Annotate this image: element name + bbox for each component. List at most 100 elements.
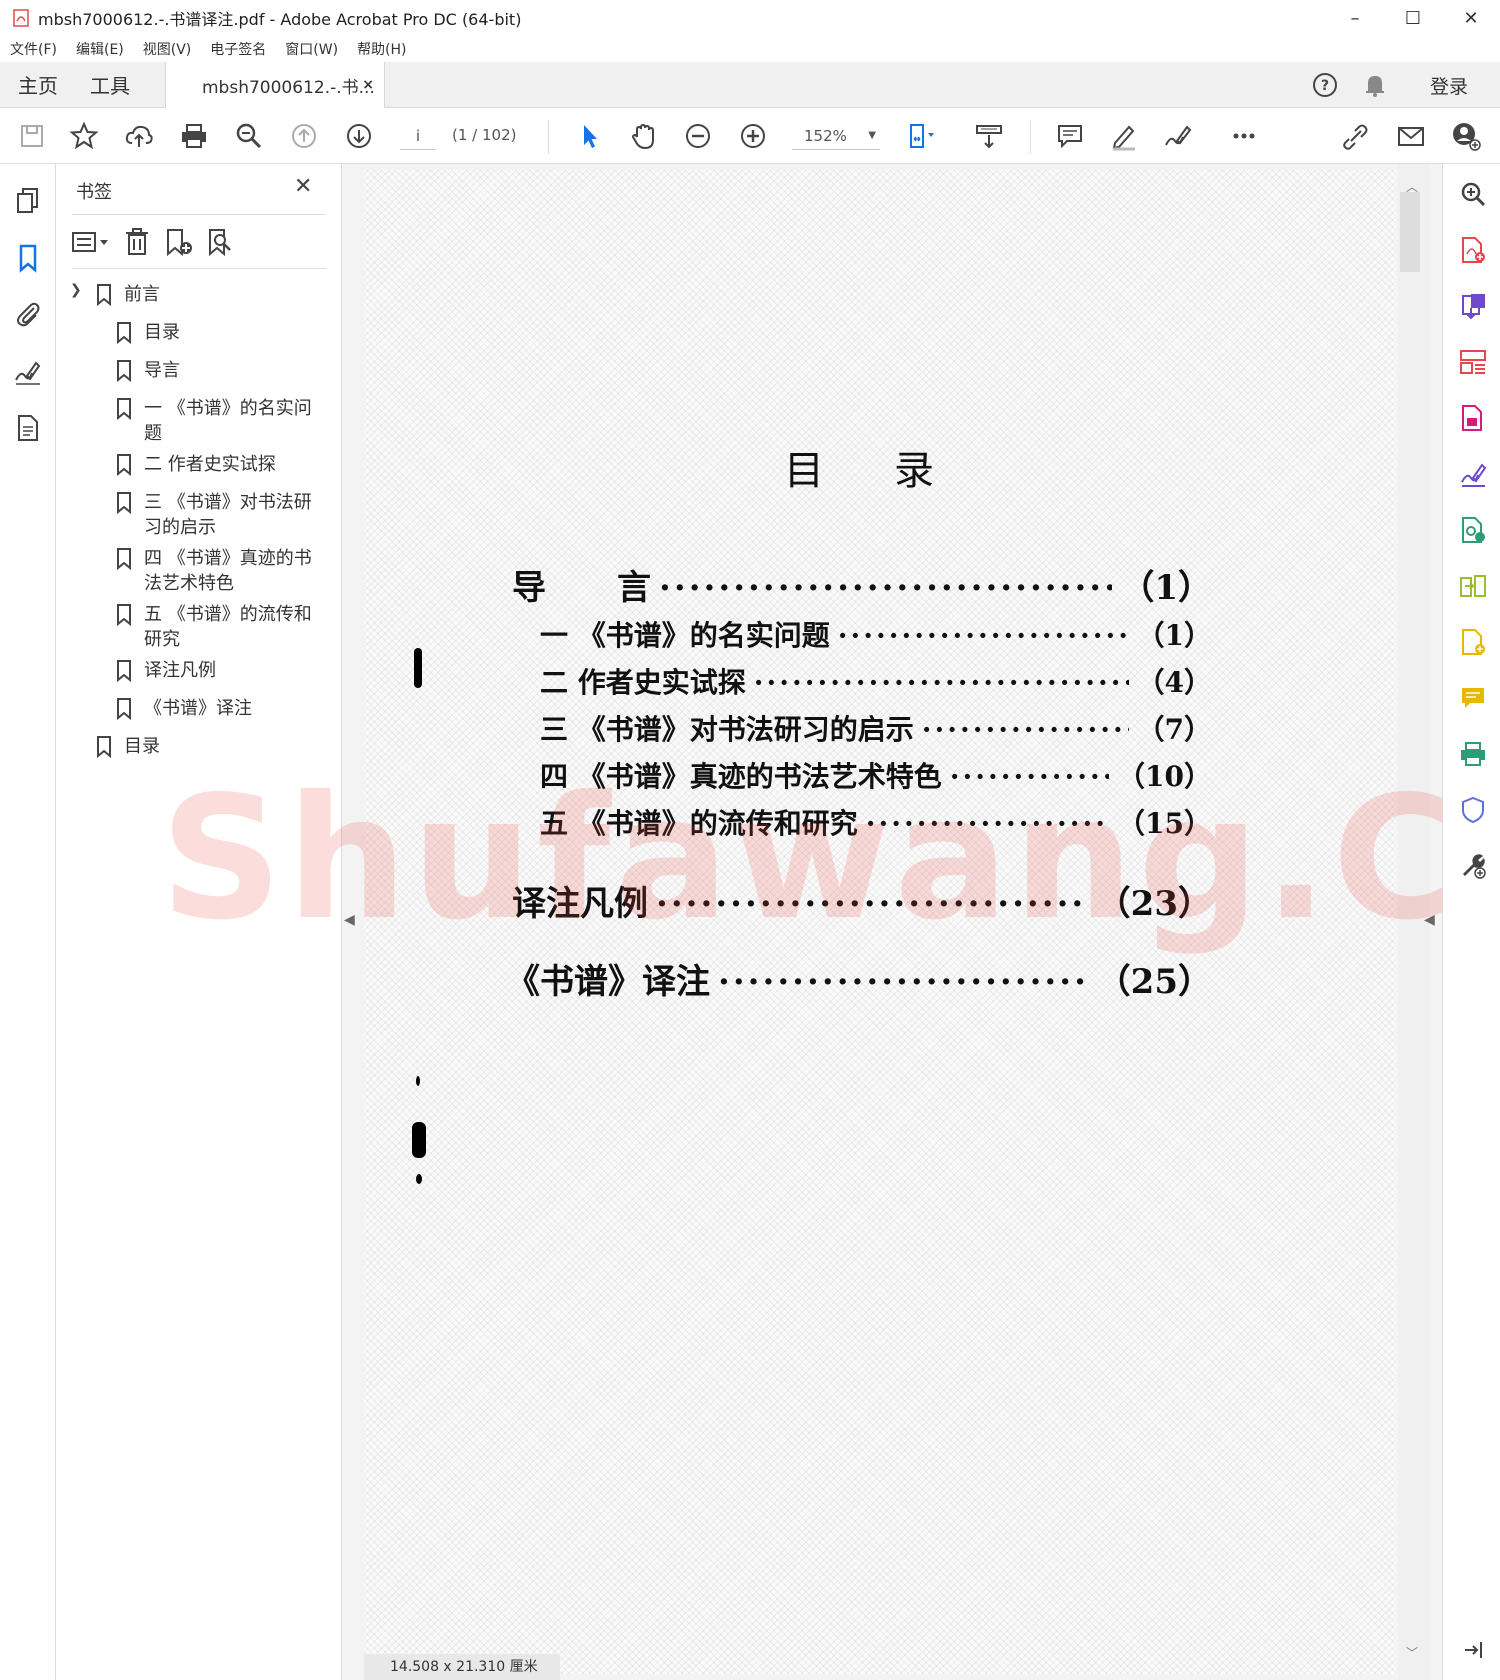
signatures-icon[interactable] [12, 356, 44, 388]
menu-help[interactable]: 帮助(H) [357, 39, 406, 59]
scroll-up-icon[interactable]: ︿ [1406, 178, 1418, 195]
main-toolbar: i (1 / 102) 152% ▼ [0, 108, 1500, 164]
bookmark-item[interactable]: 二 作者史实试探 [116, 452, 326, 477]
bookmark-item[interactable]: 导言 [116, 358, 326, 383]
organize-pages-icon[interactable] [1457, 346, 1489, 378]
toc-entry-label: 三 《书谱》对书法研习的启示 [540, 713, 914, 746]
hand-tool-icon[interactable] [626, 118, 662, 154]
search-zoom-icon[interactable] [231, 118, 267, 154]
bookmark-item[interactable]: 目录 [116, 320, 326, 345]
zoom-level-select[interactable]: 152% ▼ [792, 122, 880, 150]
search-zoom-icon[interactable] [1457, 178, 1489, 210]
document-heading: 目录 [784, 448, 1004, 494]
bookmark-icon [117, 398, 131, 420]
bookmark-options-icon[interactable] [70, 225, 112, 259]
bookmark-item[interactable]: 五 《书谱》的流传和研究 [116, 602, 326, 652]
chevron-down-icon: ▼ [868, 130, 876, 141]
close-panel-icon[interactable]: ✕ [294, 174, 312, 199]
close-tab-icon[interactable]: × [362, 77, 374, 93]
email-icon[interactable] [1393, 118, 1429, 154]
notification-bell-icon[interactable] [1350, 73, 1400, 97]
minimize-button[interactable]: – [1326, 0, 1384, 36]
collapse-tools-pane-icon[interactable] [1457, 1634, 1489, 1666]
menu-window[interactable]: 窗口(W) [285, 39, 338, 59]
compress-pdf-icon[interactable] [1457, 402, 1489, 434]
delete-bookmark-icon[interactable] [116, 225, 158, 259]
page-count: (1 / 102) [452, 126, 517, 144]
toc-leader-dots: ········································… [753, 666, 1129, 699]
bookmarks-toolbar [70, 222, 242, 262]
close-window-button[interactable]: ✕ [1442, 0, 1500, 36]
bookmark-icon [117, 360, 131, 382]
scrollbar-thumb[interactable] [1400, 192, 1420, 272]
bookmark-item[interactable]: 一 《书谱》的名实问题 [116, 396, 326, 446]
help-icon[interactable]: ? [1300, 72, 1350, 98]
sign-icon[interactable] [1160, 118, 1196, 154]
page-down-icon[interactable] [341, 118, 377, 154]
bookmark-item[interactable]: 译注凡例 [116, 658, 326, 683]
bookmark-icon [117, 322, 131, 344]
bookmark-label: 《书谱》译注 [144, 698, 252, 719]
highlight-pen-icon[interactable] [1106, 118, 1142, 154]
comment-tool-icon[interactable] [1457, 682, 1489, 714]
toc-entry: 《书谱》译注 ·································… [506, 954, 1212, 1003]
bookmark-icon [117, 698, 131, 720]
menu-view[interactable]: 视图(V) [143, 39, 192, 59]
more-tools-icon[interactable] [1226, 118, 1262, 154]
star-icon[interactable] [66, 118, 102, 154]
more-tools-wrench-icon[interactable] [1457, 850, 1489, 882]
comment-icon[interactable] [1052, 118, 1088, 154]
collapse-left-panel-icon[interactable]: ◀ [344, 912, 355, 928]
zoom-out-icon[interactable] [680, 118, 716, 154]
bookmark-item[interactable]: 三 《书谱》对书法研习的启示 [116, 490, 326, 540]
new-bookmark-icon[interactable] [158, 225, 200, 259]
bookmark-item[interactable]: 前言 [96, 282, 326, 307]
save-icon[interactable] [14, 118, 50, 154]
bookmark-item[interactable]: 《书谱》译注 [116, 696, 326, 721]
send-for-review-icon[interactable] [1457, 514, 1489, 546]
menu-esign[interactable]: 电子签名 [210, 39, 266, 59]
menu-file[interactable]: 文件(F) [10, 39, 57, 59]
combine-files-icon[interactable] [1457, 570, 1489, 602]
toc-entry: 三 《书谱》对书法研习的启示 ·························… [540, 708, 1212, 748]
maximize-button[interactable]: ☐ [1384, 0, 1442, 36]
bookmark-item[interactable]: 目录 [96, 734, 326, 759]
page-thumbnails-icon[interactable] [12, 184, 44, 216]
export-pdf-icon[interactable] [1457, 290, 1489, 322]
scroll-down-icon[interactable]: ﹀ [1406, 1644, 1418, 1661]
cloud-upload-icon[interactable] [121, 118, 157, 154]
find-bookmark-icon[interactable] [200, 225, 242, 259]
protect-shield-icon[interactable] [1457, 794, 1489, 826]
page-number-input[interactable]: i [400, 122, 436, 150]
document-properties-icon[interactable] [12, 412, 44, 444]
bookmark-label: 二 作者史实试探 [144, 454, 276, 475]
menu-edit[interactable]: 编辑(E) [76, 39, 124, 59]
panel-divider [72, 268, 326, 269]
scroll-mode-icon[interactable] [971, 118, 1007, 154]
zoom-in-icon[interactable] [735, 118, 771, 154]
fit-page-icon[interactable] [904, 118, 940, 154]
print-icon[interactable] [176, 118, 212, 154]
create-pdf-icon[interactable] [1457, 234, 1489, 266]
login-link[interactable]: 登录 [1430, 72, 1468, 99]
add-user-icon[interactable] [1448, 118, 1484, 154]
tab-document[interactable]: mbsh7000612.-.书... × [165, 62, 385, 108]
bookmark-label: 三 《书谱》对书法研习的启示 [144, 492, 312, 538]
select-cursor-icon[interactable] [572, 118, 608, 154]
chevron-down-icon[interactable]: ❯ [70, 282, 82, 298]
attachments-paperclip-icon[interactable] [12, 298, 44, 330]
share-link-icon[interactable] [1338, 118, 1374, 154]
scan-print-icon[interactable] [1457, 738, 1489, 770]
tab-home[interactable]: 主页 [18, 70, 58, 99]
bookmarks-panel-title: 书签 [76, 182, 112, 203]
tab-tools[interactable]: 工具 [90, 70, 130, 99]
page-up-icon[interactable] [286, 118, 322, 154]
bookmark-item[interactable]: 四 《书谱》真迹的书法艺术特色 [116, 546, 326, 596]
document-tab-label: mbsh7000612.-.书... [202, 77, 375, 98]
collapse-right-panel-icon[interactable]: ◀ [1424, 912, 1435, 928]
fill-sign-icon[interactable] [1457, 458, 1489, 490]
edit-pdf-icon[interactable] [1457, 626, 1489, 658]
bookmarks-icon[interactable] [12, 242, 44, 274]
page-size-status: 14.508 x 21.310 厘米 [364, 1654, 560, 1680]
bookmark-label: 目录 [124, 736, 160, 757]
